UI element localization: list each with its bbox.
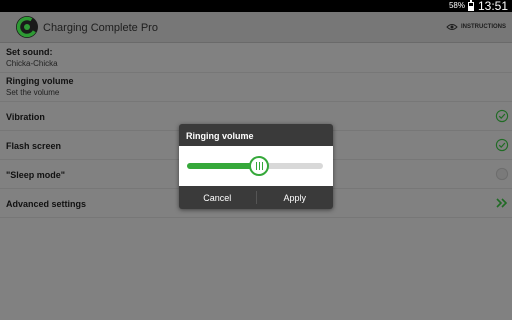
app-title: Charging Complete Pro	[43, 22, 158, 34]
battery-icon	[468, 0, 474, 11]
dialog-buttons: Cancel Apply	[179, 186, 333, 209]
setting-label: Vibration	[6, 112, 45, 122]
volume-slider[interactable]	[187, 156, 323, 176]
dialog-title: Ringing volume	[186, 131, 254, 141]
volume-slider-thumb[interactable]	[249, 156, 270, 176]
setting-label: "Sleep mode"	[6, 170, 66, 180]
check-icon[interactable]	[495, 109, 509, 123]
app-logo-icon	[16, 16, 38, 38]
setting-label: Advanced settings	[6, 199, 87, 209]
setting-value: Chicka-Chicka	[6, 59, 58, 68]
double-chevron-right-icon	[496, 198, 508, 208]
check-icon[interactable]	[495, 138, 509, 152]
app-bar: Charging Complete Pro INSTRUCTIONS	[0, 12, 512, 43]
apply-button[interactable]: Apply	[257, 186, 334, 209]
cancel-button[interactable]: Cancel	[179, 186, 256, 209]
battery-percent: 58%	[448, 1, 465, 10]
dialog-body	[179, 146, 333, 186]
unchecked-icon[interactable]	[495, 167, 509, 181]
status-bar: 58% 13:51	[0, 0, 512, 13]
setting-summary: Set the volume	[6, 88, 60, 97]
empty-area	[0, 220, 512, 320]
eye-icon	[446, 24, 458, 30]
ringing-volume-dialog: Ringing volume Cancel Apply	[179, 124, 333, 209]
instructions-label: INSTRUCTIONS	[461, 24, 506, 30]
setting-ringing-volume[interactable]: Ringing volume Set the volume	[0, 73, 512, 102]
setting-label: Flash screen	[6, 141, 62, 151]
setting-set-sound[interactable]: Set sound: Chicka-Chicka	[0, 44, 512, 73]
setting-label: Set sound:	[6, 47, 53, 57]
setting-label: Ringing volume	[6, 76, 74, 86]
instructions-button[interactable]: INSTRUCTIONS	[446, 21, 506, 33]
